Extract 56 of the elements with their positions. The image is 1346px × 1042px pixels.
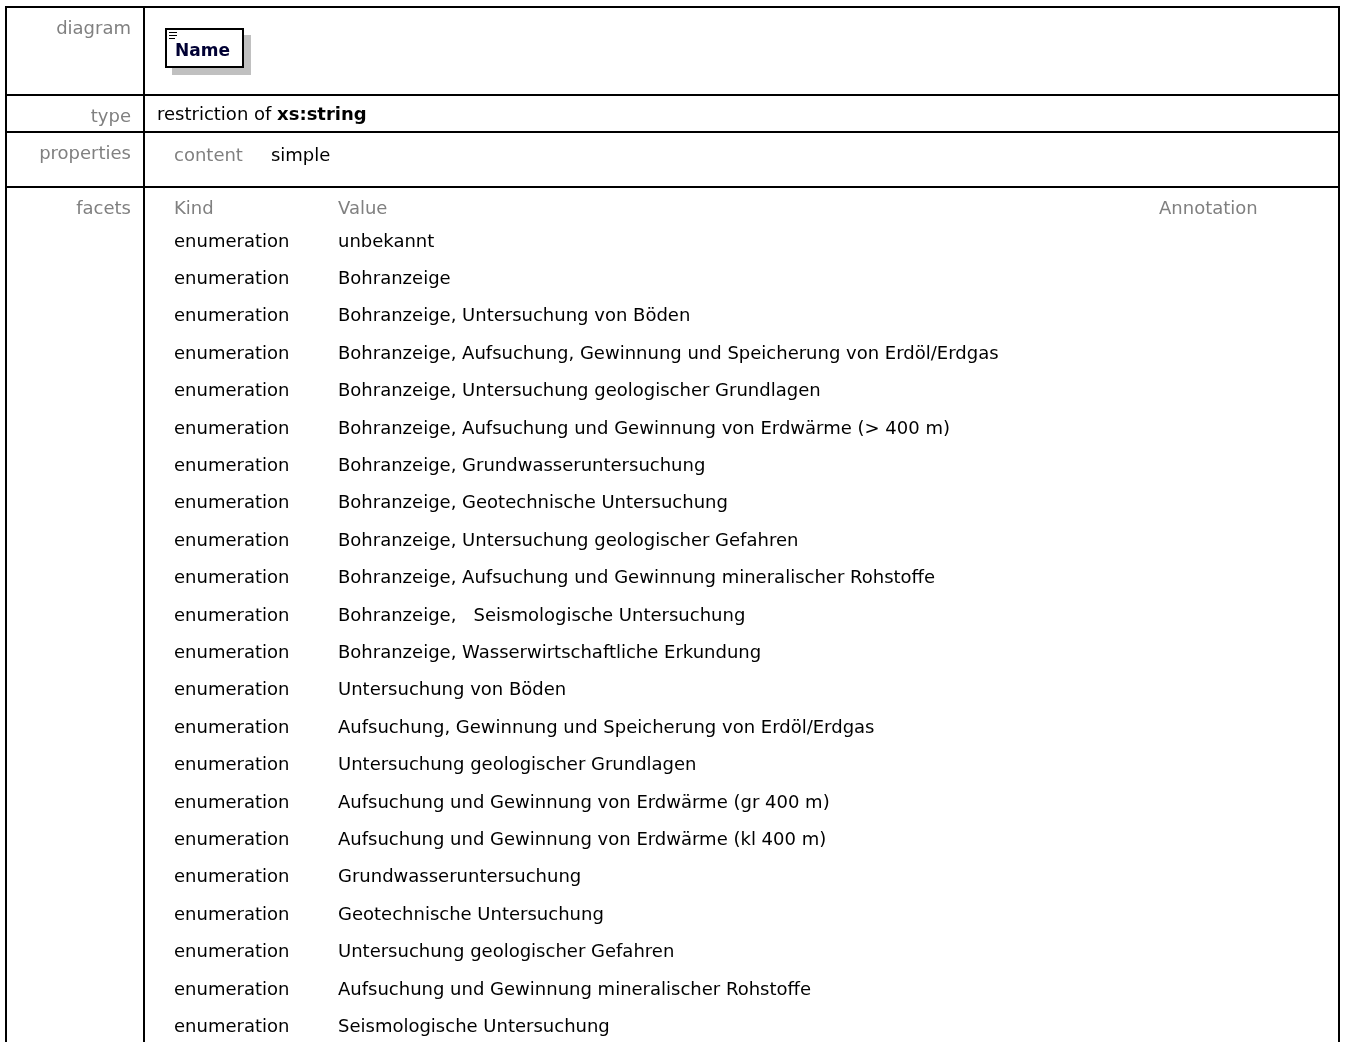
facet-value: Grundwasseruntersuchung <box>338 864 583 889</box>
facet-kind: enumeration <box>174 565 291 590</box>
facet-value: Bohranzeige, Untersuchung geologischer Gefahren <box>338 527 800 552</box>
facet-kind: enumeration <box>174 265 291 290</box>
row-label: diagram <box>56 17 131 38</box>
facet-value: Bohranzeige, Aufsuchung und Gewinnung von Erdwärme (> 400 m) <box>338 415 951 440</box>
facet-value: Aufsuchung und Gewinnung von Erdwärme (gr 400 m) <box>338 789 831 814</box>
facet-kind: enumeration <box>174 714 291 739</box>
facet-kind: enumeration <box>174 490 291 515</box>
facet-kind: enumeration <box>174 340 291 365</box>
facet-value: Bohranzeige, Geotechnische Untersuchung <box>338 490 729 515</box>
facet-value: Untersuchung geologischer Grundlagen <box>338 752 698 777</box>
facet-kind: enumeration <box>174 639 291 664</box>
content-icon <box>169 32 177 39</box>
facet-value: Bohranzeige, Untersuchung von Böden <box>338 303 692 328</box>
row-label: facets <box>76 196 131 218</box>
facet-kind: enumeration <box>174 452 291 477</box>
facet-value: Aufsuchung und Gewinnung von Erdwärme (kl 400 m) <box>338 827 828 851</box>
facet-kind: enumeration <box>174 789 291 814</box>
facet-value: Bohranzeige, Seismologische Untersuchung <box>338 602 747 627</box>
facet-kind: enumeration <box>174 303 291 328</box>
facet-kind: enumeration <box>174 228 291 253</box>
facet-value: Bohranzeige, Wasserwirtschaftliche Erkundung <box>338 639 763 664</box>
facet-value: Bohranzeige, Aufsuchung, Gewinnung und Speicherung von Erdöl/Erdgas <box>338 340 1000 365</box>
property-name: content <box>174 142 243 167</box>
facet-value: Seismologische Untersuchung <box>338 1014 611 1039</box>
facet-value: Bohranzeige, Untersuchung geologischer Grundlagen <box>338 378 822 403</box>
facet-value: Aufsuchung, Gewinnung und Speicherung von Erdöl/Erdgas <box>338 714 876 739</box>
facet-kind: enumeration <box>174 677 291 702</box>
element-name: Name <box>175 40 230 60</box>
facet-value: Geotechnische Untersuchung <box>338 901 605 926</box>
facet-kind: enumeration <box>174 415 291 440</box>
facet-kind: enumeration <box>174 901 291 926</box>
facet-value: Untersuchung von Böden <box>338 677 568 702</box>
facet-kind: enumeration <box>174 864 291 889</box>
facet-kind: enumeration <box>174 1014 291 1039</box>
facet-kind: enumeration <box>174 827 291 851</box>
facet-value: Aufsuchung und Gewinnung mineralischer Rohstoffe <box>338 976 812 1001</box>
facet-value: unbekannt <box>338 228 436 253</box>
facet-kind: enumeration <box>174 602 291 627</box>
facet-value: Untersuchung geologischer Gefahren <box>338 939 676 964</box>
facet-value: Bohranzeige, Aufsuchung und Gewinnung mineralischer Rohstoffe <box>338 565 937 590</box>
row-label: properties <box>39 141 131 163</box>
facet-kind: enumeration <box>174 378 291 403</box>
facet-kind: enumeration <box>174 939 291 964</box>
type-text: restriction of xs:string <box>157 102 367 124</box>
column-header: Kind <box>174 195 215 220</box>
column-header: Annotation <box>1159 195 1259 220</box>
facet-value: Bohranzeige <box>338 265 452 290</box>
facet-value: Bohranzeige, Grundwasseruntersuchung <box>338 452 707 477</box>
row-label: type <box>90 104 131 126</box>
property-value: simple <box>270 142 331 167</box>
facet-kind: enumeration <box>174 527 291 552</box>
column-header: Value <box>338 195 389 220</box>
facet-kind: enumeration <box>174 976 291 1001</box>
facet-kind: enumeration <box>174 752 291 777</box>
